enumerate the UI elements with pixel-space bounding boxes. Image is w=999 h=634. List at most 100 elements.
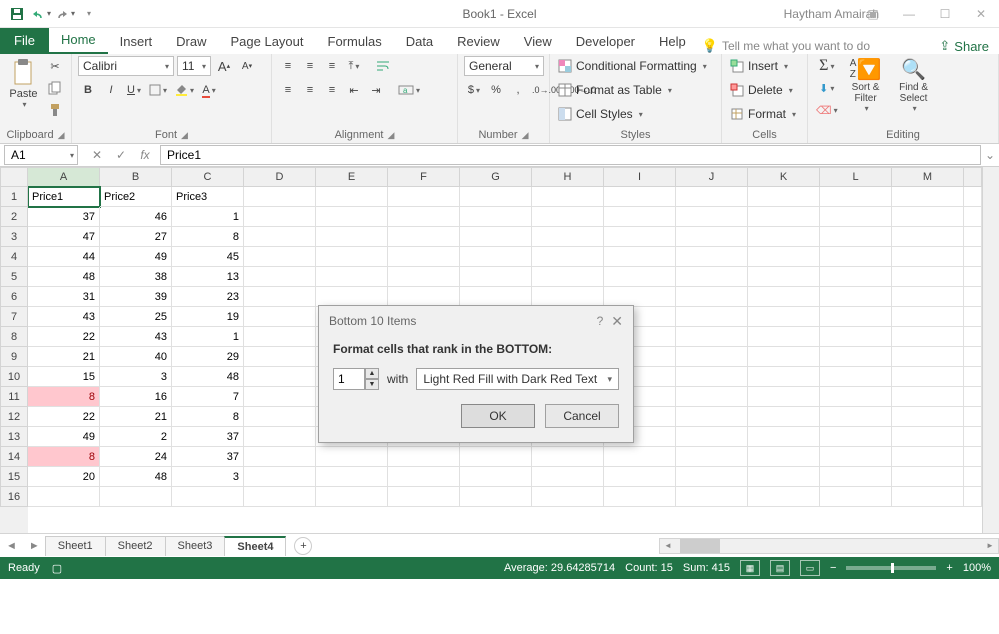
cell[interactable] — [676, 247, 748, 267]
sheet-tab-sheet2[interactable]: Sheet2 — [105, 536, 166, 556]
cell[interactable] — [820, 207, 892, 227]
cell[interactable]: 38 — [100, 267, 172, 287]
cell[interactable] — [676, 267, 748, 287]
cell[interactable] — [748, 387, 820, 407]
cell[interactable] — [892, 367, 964, 387]
cell[interactable]: 31 — [28, 287, 100, 307]
cell[interactable] — [892, 307, 964, 327]
cell[interactable]: 13 — [172, 267, 244, 287]
cell[interactable] — [892, 447, 964, 467]
select-all-corner[interactable] — [0, 167, 28, 187]
grow-font-button[interactable]: A▴ — [214, 56, 234, 76]
ok-button[interactable]: OK — [461, 404, 535, 428]
comma-format-button[interactable]: , — [508, 80, 528, 100]
cell[interactable] — [748, 307, 820, 327]
rank-spinner[interactable]: ▲▼ — [333, 368, 379, 390]
cell[interactable] — [244, 427, 316, 447]
cell[interactable] — [892, 327, 964, 347]
maximize-button[interactable]: ☐ — [931, 7, 959, 21]
number-format-combo[interactable]: General▾ — [464, 56, 544, 76]
zoom-in-button[interactable]: + — [946, 562, 952, 574]
cell[interactable] — [316, 467, 388, 487]
minimize-button[interactable]: — — [895, 7, 923, 21]
cell[interactable] — [748, 227, 820, 247]
copy-button[interactable] — [45, 78, 65, 98]
cell[interactable] — [604, 447, 676, 467]
cell[interactable] — [316, 207, 388, 227]
cell[interactable] — [460, 447, 532, 467]
cell[interactable]: 44 — [28, 247, 100, 267]
cell[interactable] — [532, 447, 604, 467]
cell[interactable] — [676, 227, 748, 247]
cell[interactable] — [244, 227, 316, 247]
tab-help[interactable]: Help — [647, 29, 698, 54]
new-sheet-button[interactable]: + — [294, 537, 312, 555]
row-header-14[interactable]: 14 — [0, 447, 28, 467]
cell[interactable] — [388, 287, 460, 307]
cell[interactable] — [820, 387, 892, 407]
cell[interactable]: 49 — [28, 427, 100, 447]
cell[interactable] — [748, 267, 820, 287]
cell[interactable]: 7 — [172, 387, 244, 407]
cell[interactable]: 16 — [100, 387, 172, 407]
enter-formula-icon[interactable]: ✓ — [114, 148, 128, 162]
cell[interactable] — [676, 287, 748, 307]
row-header-3[interactable]: 3 — [0, 227, 28, 247]
insert-cells-button[interactable]: Insert — [728, 56, 790, 76]
cell[interactable] — [892, 407, 964, 427]
cell[interactable] — [244, 347, 316, 367]
cell[interactable] — [388, 467, 460, 487]
cell[interactable] — [244, 187, 316, 207]
horizontal-scrollbar[interactable]: ◄► — [659, 538, 999, 554]
cell[interactable] — [604, 467, 676, 487]
cell[interactable] — [388, 267, 460, 287]
cell[interactable] — [316, 267, 388, 287]
cell[interactable]: 48 — [100, 467, 172, 487]
row-header-5[interactable]: 5 — [0, 267, 28, 287]
cell[interactable] — [604, 487, 676, 507]
cell[interactable] — [460, 187, 532, 207]
spin-down-icon[interactable]: ▼ — [365, 379, 379, 390]
cell[interactable] — [892, 467, 964, 487]
cell[interactable] — [532, 187, 604, 207]
cell[interactable]: 25 — [100, 307, 172, 327]
cell[interactable] — [676, 387, 748, 407]
underline-button[interactable]: U — [124, 80, 144, 100]
number-launcher-icon[interactable]: ◢ — [522, 130, 529, 141]
format-cells-button[interactable]: Format — [728, 104, 798, 124]
dialog-help-icon[interactable]: ? — [597, 314, 604, 328]
cell[interactable]: 8 — [172, 407, 244, 427]
cell[interactable] — [676, 307, 748, 327]
cell[interactable] — [820, 187, 892, 207]
clipboard-launcher-icon[interactable]: ◢ — [58, 130, 65, 141]
font-name-combo[interactable]: Calibri▾ — [78, 56, 174, 76]
cell[interactable] — [748, 207, 820, 227]
cell[interactable]: 3 — [172, 467, 244, 487]
font-launcher-icon[interactable]: ◢ — [181, 130, 188, 141]
cell[interactable] — [748, 407, 820, 427]
cell[interactable] — [316, 247, 388, 267]
cell[interactable] — [532, 247, 604, 267]
cell[interactable] — [316, 447, 388, 467]
sheet-tab-sheet4[interactable]: Sheet4 — [224, 536, 286, 556]
decrease-indent-button[interactable]: ⇤ — [344, 80, 364, 100]
share-button[interactable]: ⇪Share — [939, 38, 989, 54]
cell[interactable]: 23 — [172, 287, 244, 307]
page-layout-view-button[interactable]: ▤ — [770, 560, 790, 576]
cell[interactable] — [604, 287, 676, 307]
normal-view-button[interactable]: ▦ — [740, 560, 760, 576]
cell[interactable] — [172, 487, 244, 507]
col-header-C[interactable]: C — [172, 167, 244, 187]
vertical-scrollbar[interactable] — [982, 167, 999, 533]
cell[interactable]: Price3 — [172, 187, 244, 207]
expand-formula-bar-icon[interactable]: ⌄ — [981, 148, 999, 162]
row-header-2[interactable]: 2 — [0, 207, 28, 227]
redo-button[interactable] — [54, 3, 76, 25]
row-header-13[interactable]: 13 — [0, 427, 28, 447]
cell[interactable]: 39 — [100, 287, 172, 307]
tab-draw[interactable]: Draw — [164, 29, 218, 54]
col-header-H[interactable]: H — [532, 167, 604, 187]
format-painter-button[interactable] — [45, 100, 65, 120]
cell[interactable] — [676, 407, 748, 427]
percent-format-button[interactable]: % — [486, 80, 506, 100]
